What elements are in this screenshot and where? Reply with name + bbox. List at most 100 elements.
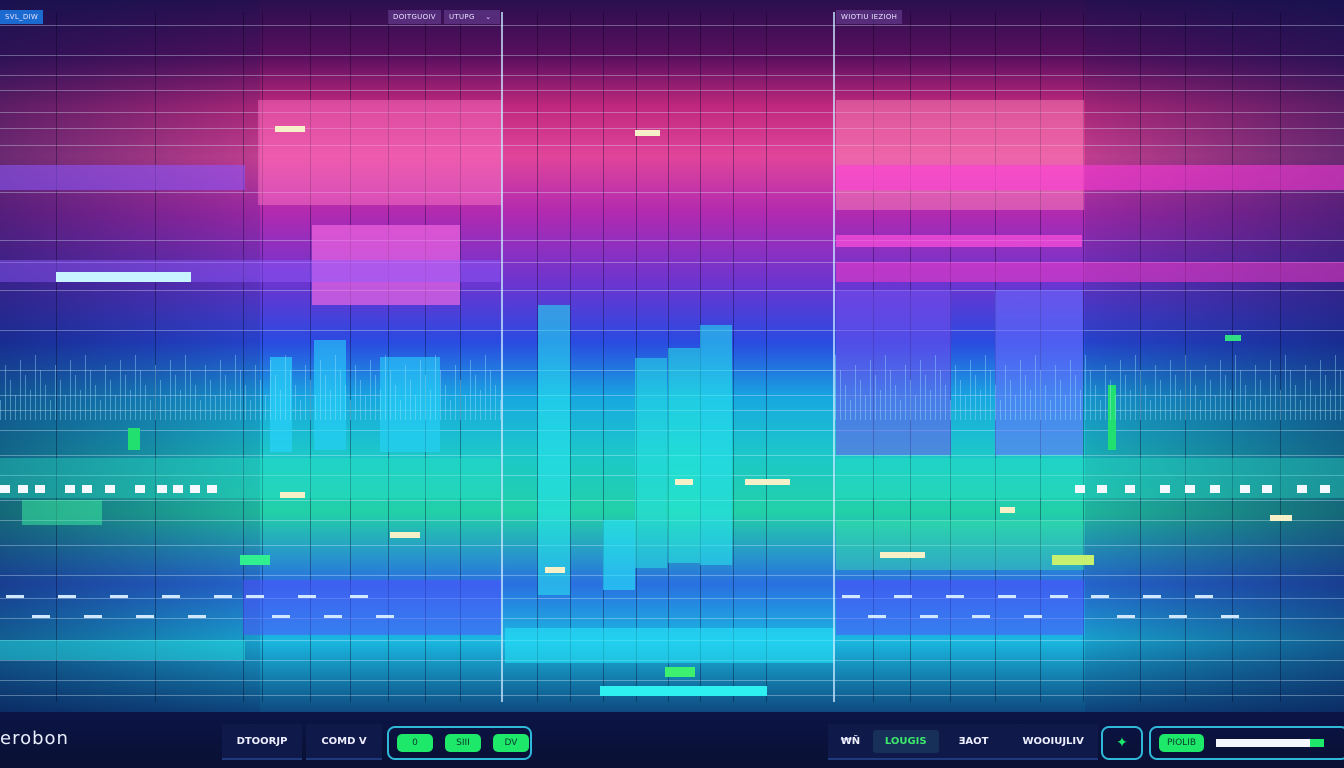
waveform-line [455,365,456,420]
waveform-line [1305,365,1306,420]
waveform-line [1130,390,1131,420]
waveform-line [1100,400,1101,420]
level-marker [972,615,990,618]
right-panel-shade [1085,0,1344,712]
waveform-line [865,395,866,420]
waveform-line [1255,365,1256,420]
tab-2[interactable]: COMD V [306,724,382,760]
grid-line [636,12,637,702]
waveform-line [1155,365,1156,420]
left-mode-button[interactable]: SVL_DIW [0,10,44,24]
waveform-line [1185,355,1186,420]
waveform-line [1015,395,1016,420]
waveform-line [955,365,956,420]
progress-fill [1216,739,1310,747]
level-marker [157,485,167,493]
grid-icon[interactable]: ₩Ñ [828,736,873,747]
waveform-line [860,380,861,420]
grid-line [1280,12,1281,702]
waveform-line [445,385,446,420]
level-marker [173,485,183,493]
waveform-line [485,355,486,420]
tab-aot[interactable]: ƎAOT [939,736,1009,747]
grid-line [0,90,1344,91]
toggle-button-1[interactable]: 0 [397,734,433,752]
level-marker [894,595,912,598]
waveform-line [195,385,196,420]
level-marker [1160,485,1170,493]
waveform-line [1095,385,1096,420]
waveform-line [45,385,46,420]
waveform-line [215,395,216,420]
waveform-line [205,365,206,420]
waveform-line [145,385,146,420]
grid-line [733,12,734,702]
waveform-line [390,370,391,420]
level-marker [675,479,693,485]
waveform-line [325,375,326,420]
waveform-line [465,395,466,420]
grid-line [766,12,767,702]
waveform-line [905,365,906,420]
diamond-plus-icon: ✦ [1116,735,1128,751]
waveform-line [180,390,181,420]
waveform-line [140,370,141,420]
panel-divider[interactable] [833,12,835,702]
level-marker [1125,485,1135,493]
waveform-line [365,395,366,420]
waveform-line [175,375,176,420]
level-marker [135,485,145,493]
select-value: UTUPG [449,13,475,21]
waveform-line [15,395,16,420]
waveform-line [930,390,931,420]
waveform-line [385,355,386,420]
waveform-line [1220,360,1221,420]
waveform-line [1175,375,1176,420]
grid-line [0,575,1344,576]
level-marker [745,479,790,485]
mode-select[interactable]: UTUPG ⌄ [444,10,500,24]
level-marker [1143,595,1161,598]
waveform-line [60,380,61,420]
tab-woo[interactable]: WOOIUJLIV [1008,736,1098,747]
level-marker [0,485,10,493]
waveform-line [1290,370,1291,420]
grid-line [0,598,1344,599]
waveform-line [225,375,226,420]
spectrum-block [1052,555,1094,565]
waveform-line [1335,355,1336,420]
waveform-line [275,375,276,420]
level-marker [280,492,305,498]
waveform-line [320,360,321,420]
panel-divider[interactable] [501,12,503,702]
waveform-line [1180,390,1181,420]
level-marker [207,485,217,493]
waveform-line [1135,355,1136,420]
grid-line [0,240,1344,241]
waveform-line [935,355,936,420]
waveform-line [1200,400,1201,420]
waveform-line [1000,400,1001,420]
level-marker [190,485,200,493]
waveform-line [1190,370,1191,420]
level-marker [1297,485,1307,493]
waveform-line [1310,380,1311,420]
waveform-line [1280,390,1281,420]
level-marker [1097,485,1107,493]
waveform-line [160,380,161,420]
spectrum-block [22,500,102,525]
tab-lougis[interactable]: LOUGIS [872,729,939,753]
waveform-line [1110,380,1111,420]
waveform-line [1045,385,1046,420]
waveform-line [360,380,361,420]
level-marker [946,595,964,598]
grid-line [0,55,1344,56]
waveform-line [1240,370,1241,420]
waveform-line [1170,360,1171,420]
waveform-line [1325,375,1326,420]
tab-1[interactable]: DTOORJP [222,724,302,760]
toggle-button-3[interactable]: DV [493,734,529,752]
toggle-button-2[interactable]: SIII [445,734,481,752]
level-marker [635,130,660,136]
add-button[interactable]: ✦ [1101,726,1143,760]
